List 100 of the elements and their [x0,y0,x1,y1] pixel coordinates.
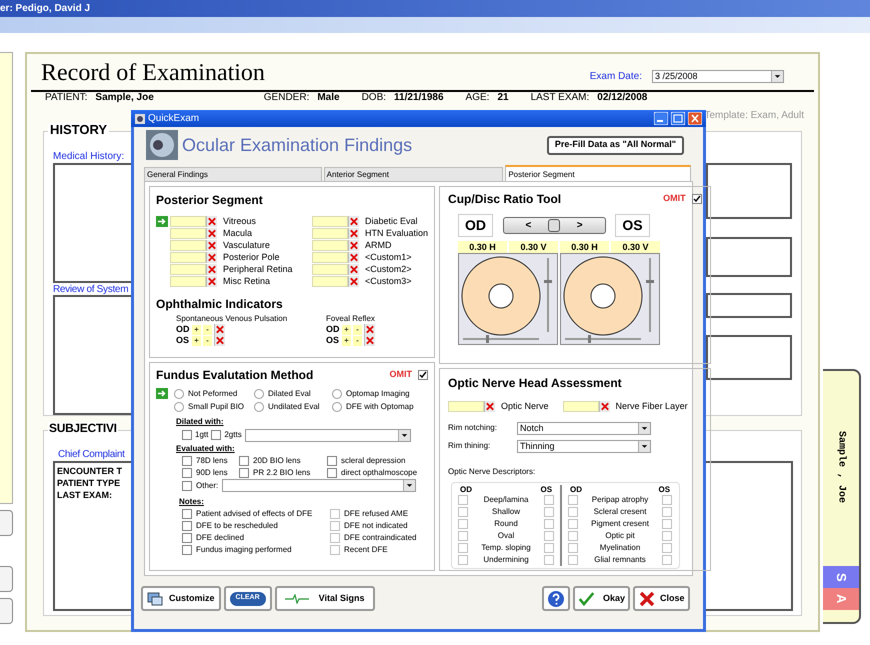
checkbox[interactable] [239,456,249,466]
clear-icon[interactable] [206,276,217,286]
checkbox[interactable] [182,544,192,554]
clear-icon[interactable] [206,240,217,250]
clear-icon[interactable] [348,228,359,238]
sign-button[interactable]: + [192,336,201,346]
minimize-icon[interactable] [654,112,668,125]
finding-label: Nerve Fiber Layer [616,400,688,413]
checkbox[interactable] [182,430,192,440]
sign-button[interactable]: - [353,336,362,346]
eye-switch-slider[interactable]: < > [502,217,606,234]
exam-date-field[interactable]: 3 /25/2008 [652,70,784,83]
group-label: Dilated with: [176,416,225,428]
slider-thumb[interactable] [548,219,560,232]
input-field[interactable] [170,216,206,226]
vital-signs-button[interactable]: Vital Signs [274,586,375,611]
dropdown[interactable]: Notch [517,422,652,434]
slider-thumb[interactable] [588,335,591,343]
checkbox[interactable] [182,468,192,478]
checkbox[interactable] [239,468,249,478]
input-field[interactable] [312,276,348,286]
arrow-icon[interactable] [156,216,168,226]
sign-button[interactable]: - [353,324,362,334]
side-button[interactable] [0,566,13,592]
radio-button[interactable] [332,389,342,399]
eye-button[interactable]: OD [458,214,494,237]
clear-icon[interactable] [364,324,375,335]
clear-icon[interactable] [348,216,359,226]
sign-button[interactable]: + [342,336,351,346]
text-area[interactable] [706,163,792,219]
text-area[interactable] [706,293,792,318]
clear-icon[interactable] [214,335,225,346]
clear-icon[interactable] [598,401,610,412]
input-field[interactable] [312,240,348,250]
clear-icon[interactable] [348,252,359,262]
input-field[interactable] [562,401,599,412]
input-field[interactable] [170,264,206,274]
help-button[interactable] [542,586,570,611]
patient-side-tab[interactable]: Sample , Joe S A [823,369,861,624]
side-button[interactable] [0,510,13,536]
dropdown[interactable]: Thinning [517,440,652,452]
tab[interactable]: General Findings [144,167,322,181]
input-field[interactable] [312,216,348,226]
input-field[interactable] [448,401,484,412]
input-field[interactable] [312,264,348,274]
sign-button[interactable]: - [203,336,212,346]
clear-icon[interactable] [206,216,217,226]
input-field[interactable] [170,228,206,238]
customize-button[interactable]: Customize [141,586,221,611]
section-title: Ophthalmic Indicators [156,296,284,313]
eye-button[interactable]: OS [615,214,650,237]
input-field[interactable] [170,252,206,262]
clear-icon[interactable] [348,276,359,286]
side-button[interactable] [0,598,13,624]
input-field[interactable] [170,240,206,250]
tab[interactable]: Anterior Segment [324,167,504,181]
checkbox[interactable] [418,370,428,380]
clear-icon[interactable] [206,252,217,262]
radio-button[interactable] [174,389,184,399]
sign-button[interactable]: + [342,324,351,334]
radio-button[interactable] [254,402,264,412]
input-field[interactable] [170,276,206,286]
prefill-button[interactable]: Pre-Fill Data as "All Normal" [546,136,684,154]
input-field[interactable] [312,252,348,262]
close-button[interactable]: Close [633,586,690,611]
radio-button[interactable] [332,402,342,412]
clear-icon[interactable] [348,264,359,274]
finding-label: HTN Evaluation [365,228,428,238]
checkbox[interactable] [327,456,337,466]
checkbox[interactable] [182,480,192,490]
sign-button[interactable]: + [192,324,201,334]
checkbox[interactable] [211,430,222,440]
slider-thumb[interactable] [544,280,552,284]
checkbox[interactable] [692,194,702,204]
text-area[interactable] [706,335,792,380]
sign-button[interactable]: - [203,324,212,334]
maximize-icon[interactable] [671,112,685,125]
checkbox[interactable] [182,508,192,518]
checkbox[interactable] [182,520,192,530]
clear-icon[interactable] [206,264,217,274]
radio-button[interactable] [174,402,184,412]
text-area[interactable] [706,237,792,277]
clear-icon[interactable] [348,240,359,250]
clear-icon[interactable] [364,335,375,346]
input-field[interactable] [312,228,348,238]
tab[interactable]: Posterior Segment [505,165,691,181]
slider-thumb[interactable] [486,335,489,343]
slider-thumb[interactable] [646,280,654,284]
clear-icon[interactable] [206,228,217,238]
tab-badge[interactable]: S [823,566,859,588]
radio-button[interactable] [254,389,264,399]
okay-button[interactable]: Okay [573,586,630,611]
finding-label: Vitreous [223,216,256,226]
checkbox[interactable] [182,532,192,542]
checkbox[interactable] [182,456,192,466]
checkbox[interactable] [327,468,337,478]
clear-icon[interactable] [214,324,225,335]
close-icon[interactable] [688,112,702,125]
clear-icon[interactable] [484,401,496,412]
arrow-icon[interactable] [156,388,168,399]
